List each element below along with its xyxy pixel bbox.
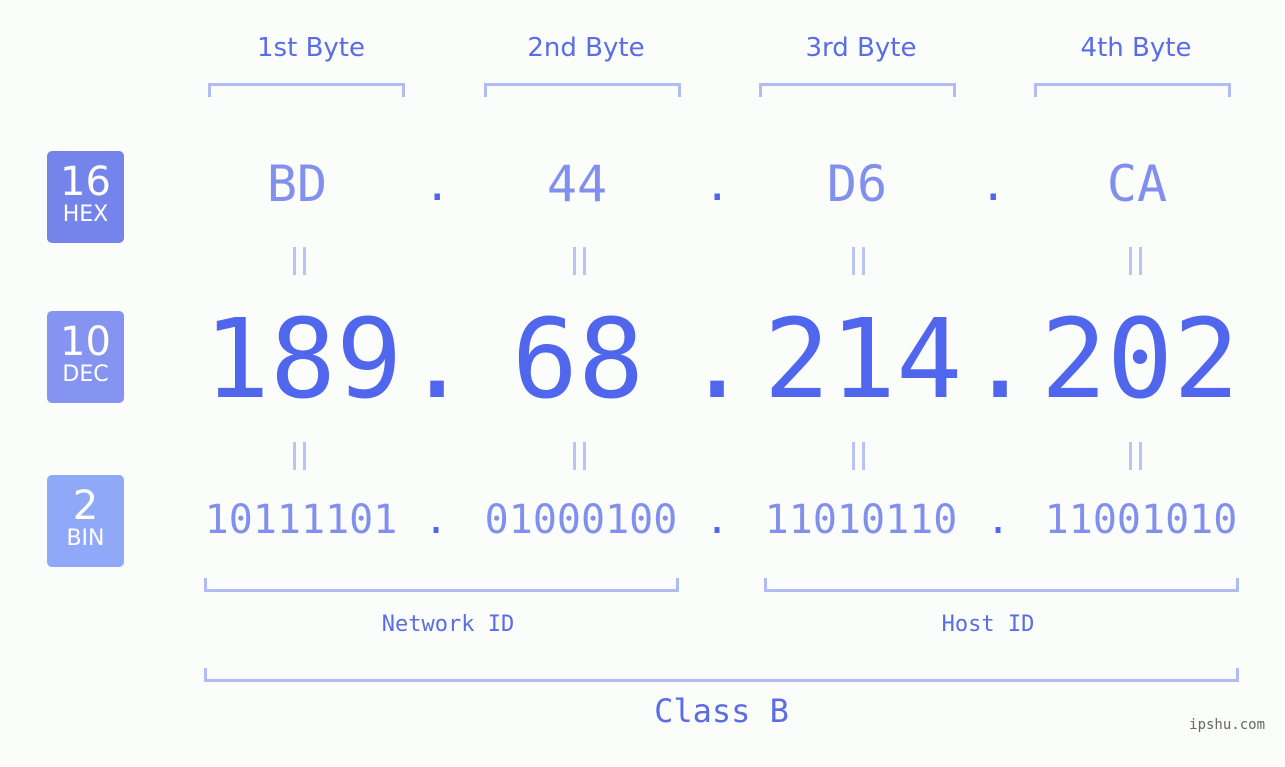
dec-value-1: 189 [203, 295, 403, 423]
bin-separator-2: . [705, 497, 730, 543]
byte-label-1: 1st Byte [257, 33, 365, 63]
byte-bracket-2 [484, 83, 681, 97]
host-id-label: Host ID [941, 612, 1035, 637]
watermark: ipshu.com [1189, 717, 1265, 733]
hex-separator-1: . [424, 160, 451, 211]
dec-badge: 10 DEC [47, 311, 124, 403]
bin-value-1: 10111101 [204, 497, 398, 543]
bin-badge: 2 BIN [47, 475, 124, 567]
byte-bracket-4 [1034, 83, 1231, 97]
hex-separator-3: . [980, 160, 1007, 211]
dec-separator-2: . [684, 295, 751, 423]
dec-value-2: 68 [511, 295, 645, 423]
dec-value-3: 214 [763, 295, 963, 423]
bin-separator-3: . [986, 497, 1011, 543]
bin-value-4: 11001010 [1044, 497, 1238, 543]
hex-badge-label: HEX [62, 202, 109, 227]
hex-badge: 16 HEX [47, 151, 124, 243]
bin-badge-base: 2 [72, 483, 99, 529]
hex-value-4: CA [1106, 155, 1168, 213]
byte-label-4: 4th Byte [1080, 33, 1192, 63]
dec-badge-label: DEC [62, 362, 109, 387]
hex-value-1: BD [266, 155, 328, 213]
bin-badge-label: BIN [66, 526, 105, 551]
byte-bracket-3 [759, 83, 956, 97]
dec-value-4: 202 [1040, 295, 1240, 423]
host-bracket [764, 578, 1239, 592]
byte-label-2: 2nd Byte [527, 33, 645, 63]
network-bracket [204, 578, 679, 592]
bin-value-3: 11010110 [764, 497, 958, 543]
hex-badge-base: 16 [60, 159, 111, 205]
bin-separator-1: . [424, 497, 449, 543]
class-label: Class B [654, 692, 789, 730]
dec-badge-base: 10 [60, 319, 111, 365]
dec-separator-1: . [404, 295, 471, 423]
network-id-label: Network ID [381, 612, 515, 637]
dec-separator-3: . [967, 295, 1034, 423]
hex-value-2: 44 [546, 155, 608, 213]
byte-bracket-1 [208, 83, 405, 97]
bin-value-2: 01000100 [484, 497, 678, 543]
hex-separator-2: . [704, 160, 731, 211]
class-bracket [204, 668, 1239, 682]
byte-label-3: 3rd Byte [805, 33, 917, 63]
hex-value-3: D6 [826, 155, 888, 213]
